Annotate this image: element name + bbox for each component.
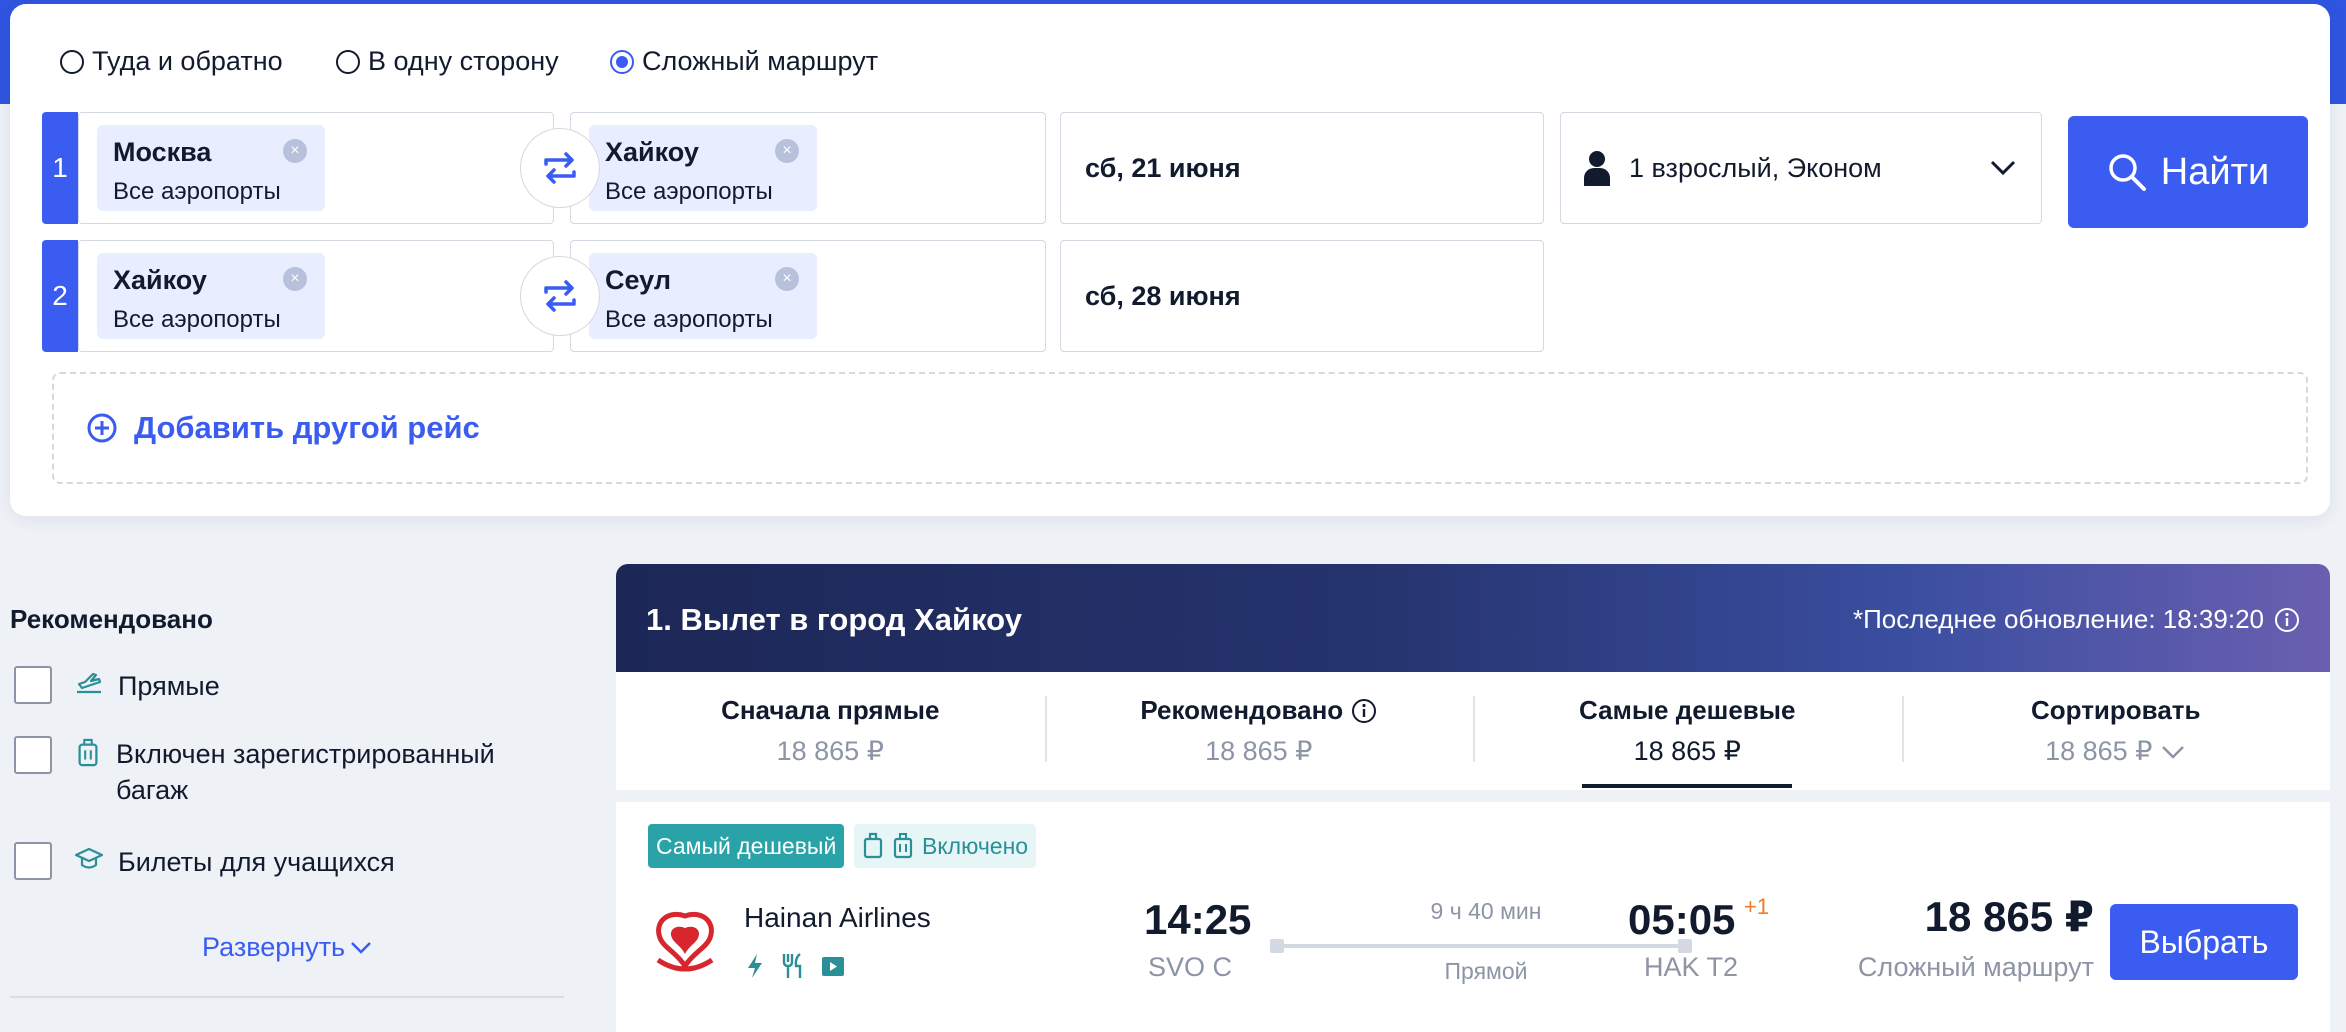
tab-direct-first[interactable]: Сначала прямые 18 865 ₽ (616, 672, 1045, 790)
flight-price: 18 865 ₽ (1924, 893, 2094, 940)
passengers-label: 1 взрослый, Эконом (1629, 152, 1882, 183)
filter-checkbox[interactable] (14, 666, 52, 704)
filter-baggage[interactable]: Включен зарегистрированный багаж (74, 736, 544, 808)
destination-airports: Все аэропорты (605, 306, 773, 333)
origin-airports: Все аэропорты (113, 306, 281, 333)
price-route-type: Сложный маршрут (1857, 952, 2094, 982)
flight-duration: 9 ч 40 мин (1430, 898, 1542, 924)
destination-city: Хайкоу (605, 137, 699, 167)
luggage-icon (893, 833, 913, 859)
chevron-down-icon (2162, 745, 2185, 759)
power-icon (748, 954, 762, 978)
destination-field[interactable]: Хайкоу Все аэропорты × (570, 112, 1046, 224)
destination-chip: Сеул Все аэропорты × (589, 253, 817, 339)
luggage-icon (78, 738, 98, 767)
route-line (1270, 939, 1692, 953)
results-banner: 1. Вылет в город Хайкоу *Последнее обнов… (616, 564, 2330, 672)
info-icon[interactable] (1351, 698, 1377, 724)
origin-airports: Все аэропорты (113, 178, 281, 205)
clear-icon[interactable]: × (283, 267, 307, 291)
origin-city: Хайкоу (113, 265, 207, 295)
origin-chip: Москва Все аэропорты × (97, 125, 325, 211)
trip-type-multicity[interactable]: Сложный маршрут (610, 46, 878, 77)
search-icon (2109, 154, 2146, 191)
stops-label: Прямой (1444, 958, 1528, 984)
swap-icon (544, 280, 576, 312)
entertainment-icon (822, 957, 844, 976)
tab-recommended[interactable]: Рекомендовано 18 865 ₽ (1044, 672, 1474, 790)
origin-field[interactable]: Москва Все аэропорты × (78, 112, 554, 224)
filter-direct[interactable]: Прямые (74, 668, 220, 704)
baggage-badge: Включено (854, 824, 1037, 868)
tab-sort[interactable]: Сортировать 18 865 ₽ (1901, 672, 2331, 790)
departure-time: 14:25 (1144, 896, 1252, 943)
graduation-cap-icon (74, 847, 104, 869)
trip-type-roundtrip[interactable]: Туда и обратно (60, 46, 283, 77)
leg-number: 1 (42, 112, 78, 224)
leg-number: 2 (42, 240, 78, 352)
date-field[interactable]: сб, 28 июня (1060, 240, 1544, 352)
swap-button[interactable] (520, 128, 600, 208)
meal-icon (782, 953, 802, 978)
destination-airports: Все аэропорты (605, 178, 773, 205)
info-icon[interactable] (2274, 607, 2300, 633)
arrival-time: 05:05 (1628, 896, 1736, 943)
filter-checkbox[interactable] (14, 842, 52, 880)
filter-students[interactable]: Билеты для учащихся (74, 844, 395, 880)
last-update: *Последнее обновление: 18:39:20 (1853, 604, 2300, 635)
filters-heading: Рекомендовано (10, 604, 213, 634)
radio-icon[interactable] (336, 49, 360, 74)
day-offset: +1 (1744, 894, 1770, 919)
destination-field[interactable]: Сеул Все аэропорты × (570, 240, 1046, 352)
passengers-field[interactable]: 1 взрослый, Эконом (1560, 112, 2042, 224)
expand-filters-link[interactable]: Развернуть (202, 932, 373, 963)
clear-icon[interactable]: × (283, 139, 307, 163)
find-button[interactable]: Найти (2068, 116, 2308, 228)
plane-takeoff-icon (77, 672, 102, 694)
date-field[interactable]: сб, 21 июня (1060, 112, 1544, 224)
trip-type-oneway[interactable]: В одну сторону (336, 46, 559, 77)
destination-city: Сеул (605, 265, 671, 295)
airline-name: Hainan Airlines (744, 902, 931, 933)
filter-checkbox[interactable] (14, 736, 52, 774)
filters-sidebar: Рекомендовано Прямые Включен зарегистрир… (10, 560, 570, 998)
chevron-down-icon (351, 941, 372, 954)
select-button[interactable]: Выбрать (2110, 904, 2298, 980)
cheapest-badge: Самый дешевый (648, 824, 845, 868)
flight-card[interactable]: Самый дешевый Включено Hainan Airlines 1… (616, 802, 2330, 1032)
arrival-airport: HAK T2 (1644, 952, 1739, 982)
departure-airport: SVO C (1148, 952, 1233, 982)
origin-chip: Хайкоу Все аэропорты × (97, 253, 325, 339)
results-title: 1. Вылет в город Хайкоу (646, 602, 1022, 637)
origin-field[interactable]: Хайкоу Все аэропорты × (78, 240, 554, 352)
origin-city: Москва (113, 137, 212, 167)
clear-icon[interactable]: × (775, 267, 799, 291)
carry-on-icon (863, 832, 883, 859)
divider (10, 996, 564, 998)
results-panel: 1. Вылет в город Хайкоу *Последнее обнов… (616, 564, 2330, 1032)
airline-logo (656, 912, 714, 972)
tab-cheapest[interactable]: Самые дешевые 18 865 ₽ (1473, 672, 1902, 790)
swap-icon (544, 152, 576, 184)
radio-icon[interactable] (60, 49, 84, 74)
clear-icon[interactable]: × (775, 139, 799, 163)
person-icon (1584, 151, 1610, 186)
plus-circle-icon (87, 413, 117, 443)
swap-button[interactable] (520, 256, 600, 336)
services (744, 952, 846, 980)
destination-chip: Хайкоу Все аэропорты × (589, 125, 817, 211)
add-flight-button[interactable]: Добавить другой рейс (52, 372, 2308, 484)
sort-tabs: Сначала прямые 18 865 ₽ Рекомендовано 18… (616, 672, 2330, 790)
radio-selected-icon[interactable] (610, 49, 634, 74)
chevron-down-icon (1990, 160, 2016, 176)
search-panel: Туда и обратно В одну сторону Сложный ма… (10, 4, 2330, 516)
